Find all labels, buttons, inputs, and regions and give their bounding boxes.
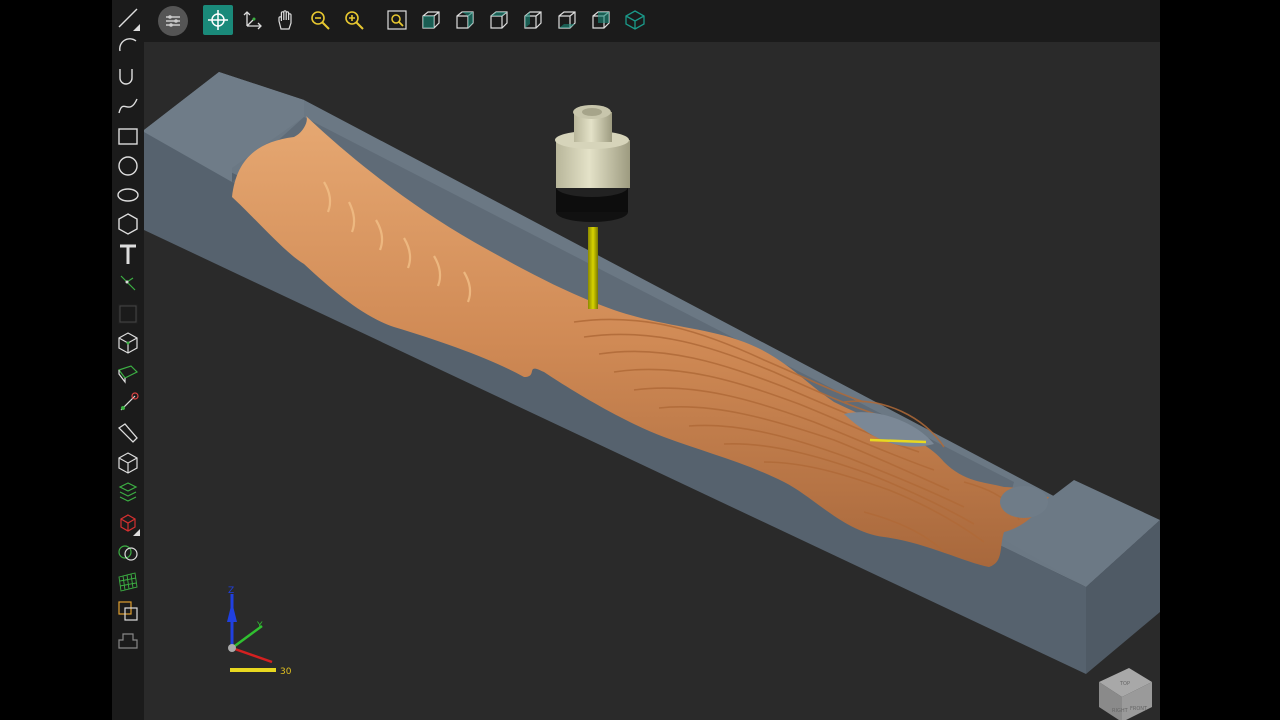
polygon-icon[interactable] (115, 211, 141, 237)
spline-icon[interactable] (115, 93, 141, 119)
wireframe-icon[interactable] (115, 450, 141, 476)
view-cube-icon[interactable] (452, 7, 478, 33)
view-cube-icon[interactable] (588, 7, 614, 33)
scale-label: 30 (280, 667, 292, 677)
flyout-arrow-icon[interactable] (133, 529, 140, 536)
triad-z-label: Z (228, 586, 234, 596)
ellipse-icon[interactable] (115, 182, 141, 208)
rectangle-icon[interactable] (115, 123, 141, 149)
view-cube-top: TOP (1119, 681, 1130, 687)
view-cube-icon[interactable] (554, 7, 580, 33)
mesh-icon[interactable] (115, 569, 141, 595)
view-cube-front: FRONT (1130, 706, 1148, 712)
fixture-icon[interactable] (115, 628, 141, 654)
layers-icon[interactable] (115, 598, 141, 624)
left-toolbar (112, 0, 144, 720)
axis-triad: Z Y 30 (227, 586, 292, 677)
arc-icon[interactable] (115, 35, 141, 61)
zoom-out-icon[interactable] (307, 7, 333, 33)
transform-icon[interactable] (115, 390, 141, 416)
view-cube-icon[interactable] (486, 7, 512, 33)
3d-viewport[interactable]: Z Y 30 RIGHT FRONT TOP (144, 42, 1160, 720)
text-icon[interactable] (115, 241, 141, 267)
crosshair-select-icon[interactable] (203, 5, 233, 35)
flyout-arrow-icon[interactable] (133, 24, 140, 31)
left-black-bar (0, 0, 112, 720)
point-icon[interactable] (115, 270, 141, 296)
view-cube-icon[interactable] (520, 7, 546, 33)
view-cube-right: RIGHT (1112, 708, 1129, 714)
u-curve-icon[interactable] (115, 64, 141, 90)
zoom-in-icon[interactable] (341, 7, 367, 33)
toolpath-scene: Z Y 30 RIGHT FRONT TOP (144, 72, 1160, 720)
milled-part (232, 116, 1049, 567)
triad-y-label: Y (256, 621, 263, 631)
zoom-window-icon[interactable] (384, 7, 410, 33)
circle-icon[interactable] (115, 153, 141, 179)
view-cube[interactable]: RIGHT FRONT TOP (1099, 668, 1152, 720)
surface-icon[interactable] (115, 360, 141, 386)
solid-box-icon[interactable] (115, 330, 141, 356)
stack-icon[interactable] (115, 480, 141, 506)
axes-move-icon[interactable] (239, 7, 265, 33)
sliders-icon[interactable] (158, 6, 188, 36)
hand-icon[interactable] (273, 7, 299, 33)
view-cube-icon[interactable] (622, 7, 648, 33)
view-cube-icon[interactable] (418, 7, 444, 33)
boolean-icon[interactable] (115, 540, 141, 566)
pencil-icon[interactable] (115, 420, 141, 446)
right-black-bar (1160, 0, 1280, 720)
square-icon[interactable] (115, 301, 141, 327)
top-toolbar (144, 0, 1160, 42)
